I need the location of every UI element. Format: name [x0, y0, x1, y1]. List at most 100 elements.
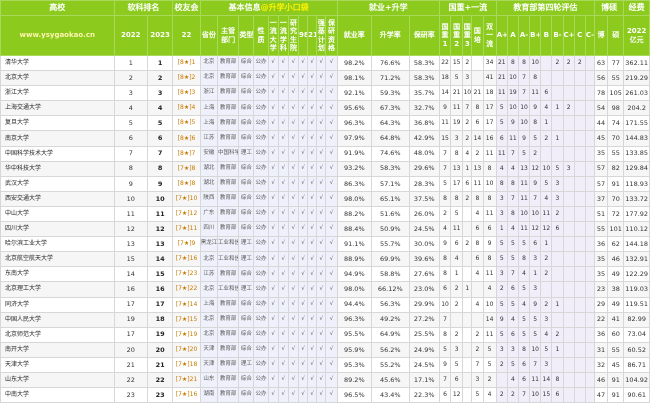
flag-211: √	[307, 130, 318, 147]
flag-211: √	[307, 175, 318, 192]
flag-qiangji: √	[316, 311, 327, 328]
school-name[interactable]: 复旦大学	[0, 115, 115, 132]
national-key-3	[462, 387, 473, 404]
school-name[interactable]: 中国人民大学	[0, 311, 115, 328]
eval-aminus: 10	[517, 205, 531, 223]
school-name[interactable]: 哈尔滨工业大学	[0, 236, 115, 253]
school-name[interactable]: 山东大学	[0, 371, 115, 389]
school-name[interactable]: 四川大学	[0, 221, 115, 238]
eval-cminus	[584, 160, 595, 177]
flag-top-disc: √	[277, 387, 289, 404]
flag-qiangji: √	[316, 236, 327, 253]
table-row[interactable]: 天津大学 21 21 [7★]18 天津 教育部 理工 公办 √ √ √ √ √ √ √ 95.3% 55.2%…	[0, 356, 650, 373]
school-name[interactable]: 北京大学	[0, 70, 115, 87]
col-master: 硕	[607, 15, 625, 56]
flag-baoyan: √	[325, 311, 338, 328]
table-row[interactable]: 上海交通大学 4 4 [8★]4 上海 教育部 综合 公办 √ √ √ √ √ √ √ 95.6% 67.3% 3…	[0, 100, 650, 117]
further-study-rate: 66.12%	[371, 281, 410, 298]
eval-bminus	[551, 281, 564, 298]
eval-a: 7	[506, 145, 519, 162]
eval-a: 8	[506, 205, 519, 223]
school-name[interactable]: 清华大学	[0, 54, 115, 72]
school-name[interactable]: 东南大学	[0, 266, 115, 283]
school-name[interactable]: 北京航空航天大学	[0, 251, 115, 268]
school-nature: 公办	[253, 160, 269, 177]
school-name[interactable]: 浙江大学	[0, 85, 115, 102]
table-row[interactable]: 浙江大学 3 3 [8★]3 浙江 教育部 综合 公办 √ √ √ √ √ √ √ 92.1% 59.3% 35.…	[0, 85, 650, 102]
xyh-rank: [7★]16	[172, 387, 201, 404]
site-url[interactable]: www.ysygaokao.cn	[0, 15, 115, 56]
eval-a: 6	[506, 326, 519, 343]
rank-2023: 2	[146, 70, 174, 87]
table-row[interactable]: 武汉大学 9 9 [8★]8 湖北 教育部 综合 公办 √ √ √ √ √ √ √ 86.3% 57.1% 28.…	[0, 175, 650, 192]
national-key-3: 4	[462, 145, 473, 162]
eval-b: 2	[540, 266, 553, 283]
table-row[interactable]: 哈尔滨工业大学1313[7★]9黑龙江工业和信息化部理工公办√√√√√√√91.…	[0, 236, 650, 253]
rank-2023: 6	[146, 130, 174, 147]
flag-baoyan: √	[325, 236, 338, 253]
flag-985: √	[297, 115, 309, 132]
table-row[interactable]: 北京航空航天大学1514[7★]16北京工业和信息化部理工公办√√√√√√√88…	[0, 251, 650, 268]
table-row[interactable]: 同济大学 17 17 [7★]14 上海 教育部 综合 公办 √ √ √ √ √ √ √ 94.4% 56.3%…	[0, 296, 650, 313]
eval-bplus: 5	[529, 326, 542, 343]
school-nature: 公办	[253, 100, 269, 117]
table-row[interactable]: 四川大学 12 12 [7★]11 四川 教育部 综合 公办 √ √ √ √ √ √ √ 88.4% 50.9%…	[0, 221, 650, 238]
school-type: 理工	[238, 251, 255, 268]
eval-bminus	[551, 356, 564, 373]
school-name[interactable]: 华中科技大学	[0, 160, 115, 177]
further-study-rate: 76.6%	[371, 54, 410, 72]
national-key-1: 15	[438, 130, 452, 147]
table-row[interactable]: 北京理工大学1616[7★]22北京工业和信息化部理工公办√√√√√√√98.0…	[0, 281, 650, 298]
doctor-count: 23	[593, 281, 609, 298]
flag-211: √	[307, 266, 318, 283]
table-row[interactable]: 山东大学 22 22 [7★]21 山东 教育部 综合 公办 √ √ √ √ √ √ √ 89.2% 45.6%…	[0, 371, 650, 389]
eval-bplus: 9	[529, 100, 542, 117]
table-row[interactable]: 西安交通大学 10 10 [7★]10 陕西 教育部 综合 公办 √ √ √ √ √ √ √ 98.0% 65.…	[0, 190, 650, 207]
table-row[interactable]: 中南大学 23 23 [7★]16 湖南 教育部 综合 公办 √ √ √ √ √ √ √ 96.5% 43.4%…	[0, 387, 650, 404]
rank-2023: 10	[146, 190, 174, 207]
school-nature: 公办	[253, 311, 269, 328]
eval-aplus: 11	[495, 85, 508, 102]
school-name[interactable]: 天津大学	[0, 356, 115, 373]
table-row[interactable]: 华中科技大学 8 8 [7★]8 湖北 教育部 综合 公办 √ √ √ √ √ √ √ 93.2% 58.3% 2…	[0, 160, 650, 177]
eval-aminus: 5	[517, 326, 531, 343]
school-name[interactable]: 南京大学	[0, 130, 115, 147]
further-study-rate: 43.4%	[371, 387, 410, 404]
master-count: 74	[607, 115, 625, 132]
table-row[interactable]: 中山大学 11 11 [7★]12 广东 教育部 综合 公办 √ √ √ √ √ √ √ 88.2% 51.6%…	[0, 205, 650, 223]
school-name[interactable]: 北京理工大学	[0, 281, 115, 298]
table-row[interactable]: 中国人民大学 19 18 [7★]15 北京 教育部 综合 公办 √ √ √ √ √ √ √ 96.3% 49.…	[0, 311, 650, 328]
national-pei	[471, 54, 484, 72]
table-row[interactable]: 复旦大学 5 5 [8★]5 上海 教育部 综合 公办 √ √ √ √ √ √ √ 96.3% 64.3% 36.…	[0, 115, 650, 132]
table-row[interactable]: 南开大学 20 20 [7★]20 天津 教育部 综合 公办 √ √ √ √ √ √ √ 95.9% 56.2%…	[0, 341, 650, 358]
baoyan-rate: 37.5%	[408, 190, 440, 207]
table-row[interactable]: 北京师范大学 17 19 [7★]19 北京 教育部 综合 公办 √ √ √ √ √ √ √ 95.5% 64.…	[0, 326, 650, 343]
school-name[interactable]: 西安交通大学	[0, 190, 115, 207]
eval-b: 5	[540, 341, 553, 358]
school-name[interactable]: 中国科学技术大学	[0, 145, 115, 162]
school-name[interactable]: 北京师范大学	[0, 326, 115, 343]
table-row[interactable]: 北京大学 2 2 [8★]2 北京 教育部 综合 公办 √ √ √ √ √ √ √ 98.1% 71.2% 58.…	[0, 70, 650, 87]
province: 北京	[199, 54, 218, 72]
baoyan-rate: 27.2%	[408, 311, 440, 328]
col-eval-b: B	[540, 15, 553, 56]
eval-bminus	[551, 85, 564, 102]
rank-2022: 10	[113, 190, 149, 207]
table-row[interactable]: 中国科学技术大学77[8★]7安徽中国科学院理工公办√√√√√√√91.9%74…	[0, 145, 650, 162]
further-study-rate: 51.6%	[371, 205, 410, 223]
school-name[interactable]: 南开大学	[0, 341, 115, 358]
flag-211: √	[307, 326, 318, 343]
school-name[interactable]: 中南大学	[0, 387, 115, 404]
national-key-2: 15	[450, 54, 464, 72]
school-name[interactable]: 武汉大学	[0, 175, 115, 192]
school-name[interactable]: 上海交通大学	[0, 100, 115, 117]
table-row[interactable]: 南京大学 6 6 [8★]6 江苏 教育部 综合 公办 √ √ √ √ √ √ √ 97.9% 64.8% 42.…	[0, 130, 650, 147]
further-study-rate: 67.3%	[371, 100, 410, 117]
eval-aplus: 8	[495, 175, 508, 192]
table-row[interactable]: 东南大学 14 15 [7★]23 江苏 教育部 综合 公办 √ √ √ √ √ √ √ 94.9% 58.8%…	[0, 266, 650, 283]
flag-top-univ: √	[267, 175, 279, 192]
school-name[interactable]: 中山大学	[0, 205, 115, 223]
school-name[interactable]: 同济大学	[0, 296, 115, 313]
table-row[interactable]: 清华大学 1 1 [8★]1 北京 教育部 综合 公办 √ √ √ √ √ √ √ 98.2% 76.6% 58.…	[0, 54, 650, 72]
eval-b: 3	[540, 356, 553, 373]
